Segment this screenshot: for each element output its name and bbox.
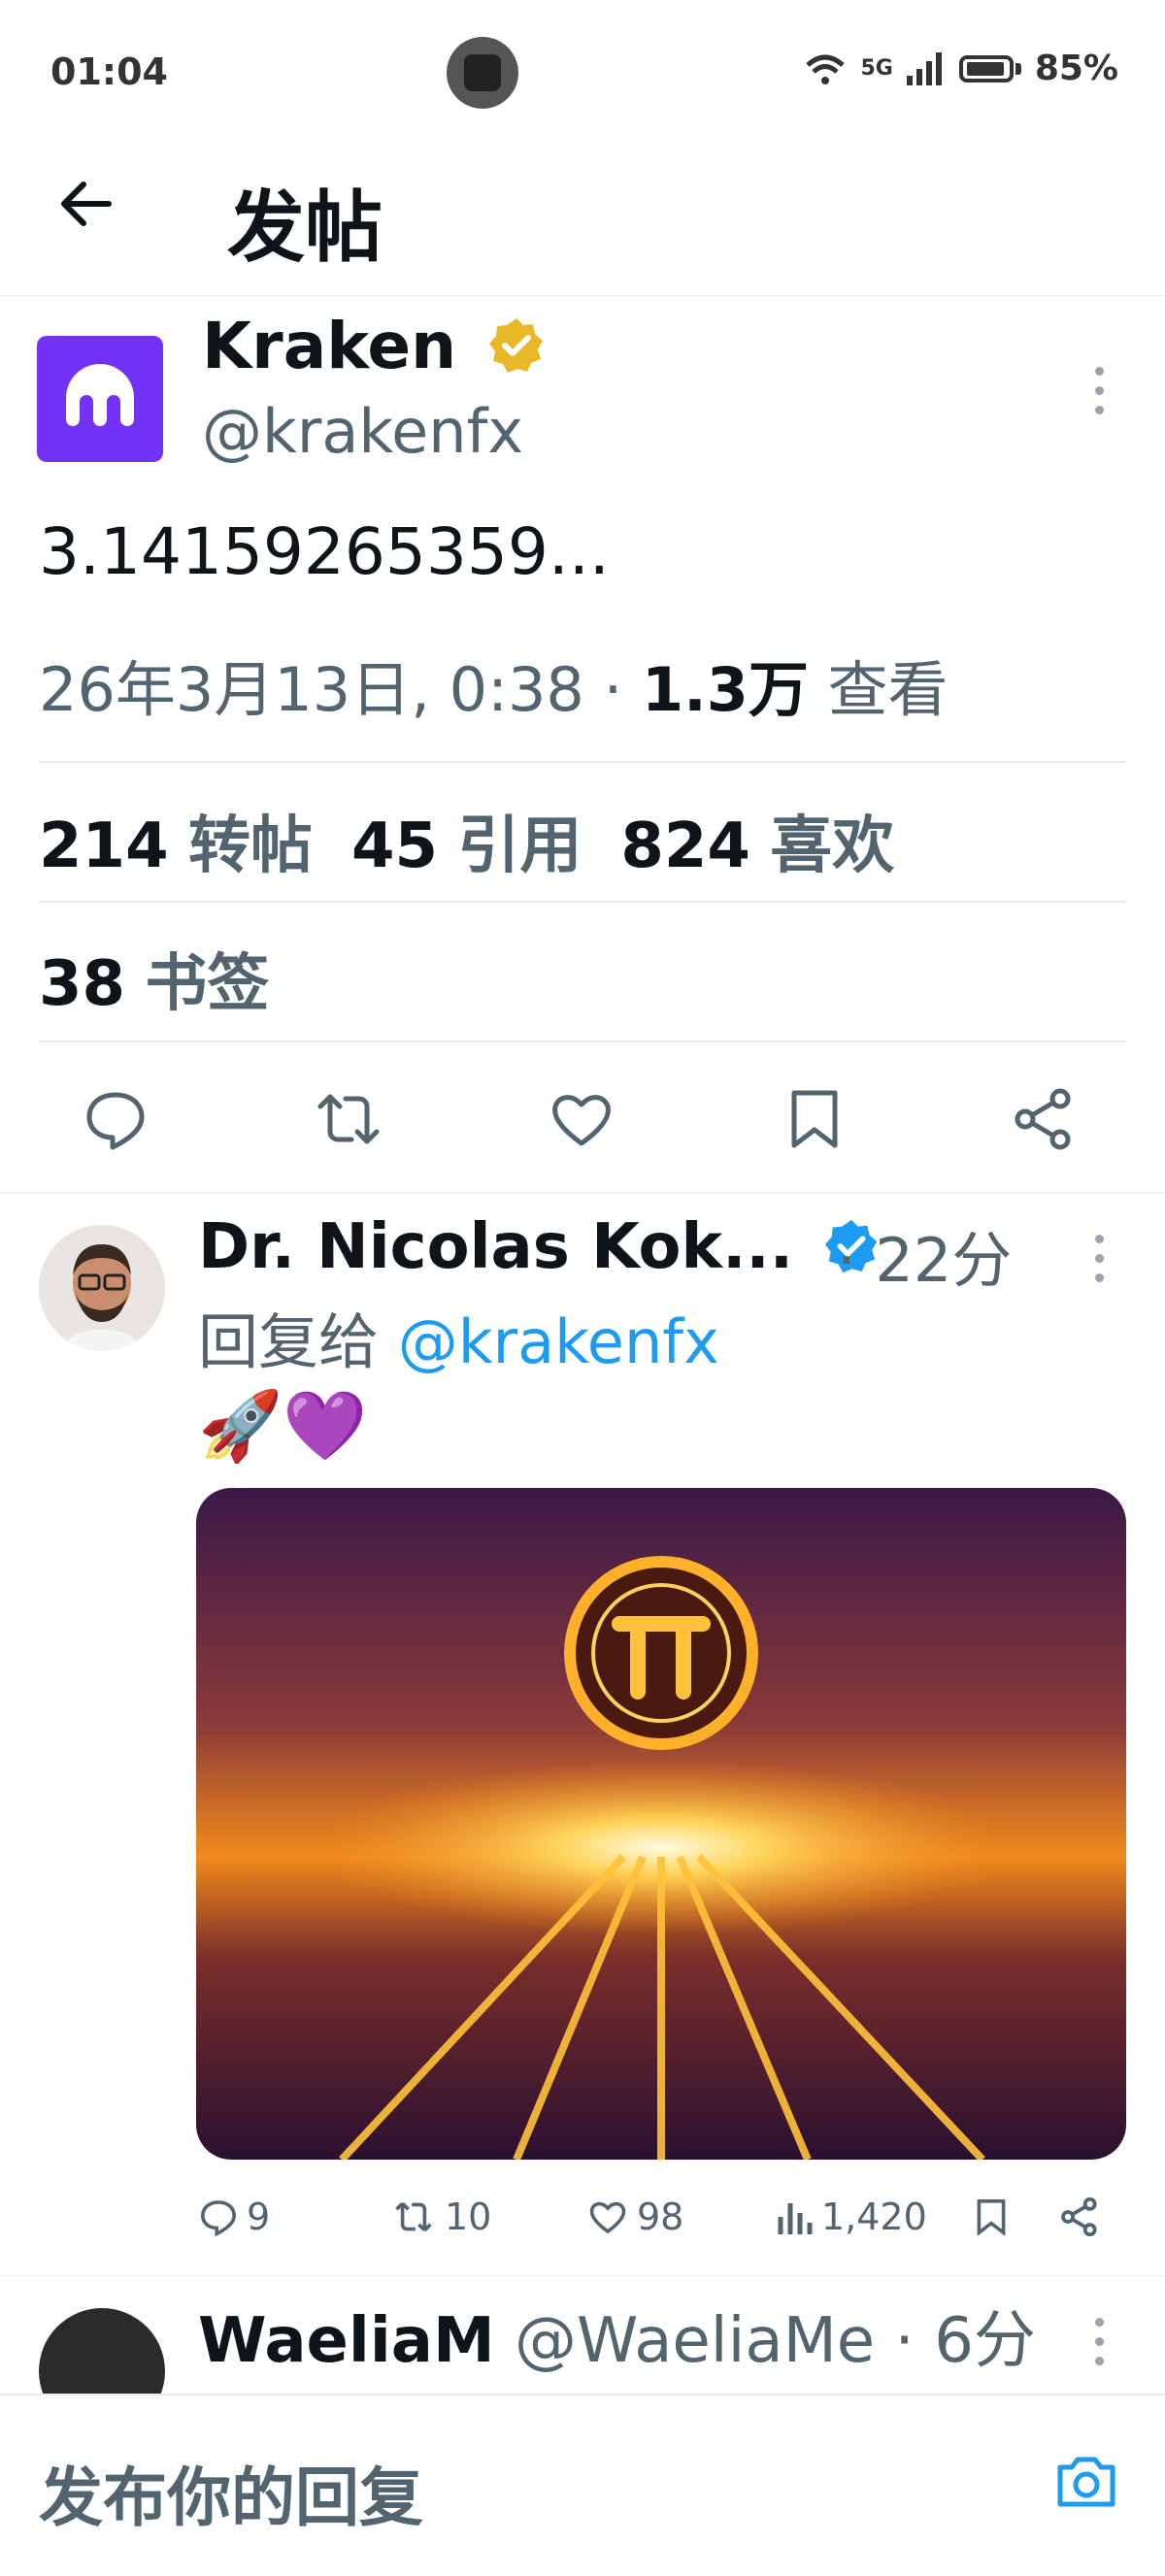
bookmark-icon[interactable] (971, 2196, 1012, 2238)
reply-input-placeholder[interactable]: 发布你的回复 (39, 2446, 423, 2539)
reply-icon[interactable] (82, 1085, 150, 1153)
reply-time: · 22分 (837, 1225, 1013, 1296)
status-time: 01:04 (50, 50, 168, 93)
page-title: 发帖 (227, 182, 383, 273)
divider (39, 901, 1126, 903)
divider (0, 2275, 1165, 2277)
like-heart-icon[interactable] (586, 2196, 629, 2237)
likes-stat[interactable]: 824 喜欢 (620, 810, 933, 882)
views-count-value: 1,420 (821, 2196, 927, 2238)
wifi-icon (806, 54, 846, 84)
post-author-handle[interactable]: @krakenfx (202, 396, 523, 467)
status-indicators: 5G 85% (804, 49, 1118, 88)
views-label: 查看 (808, 654, 949, 725)
more-options-icon[interactable] (1095, 367, 1107, 425)
repost-count[interactable]: 10 (390, 2196, 491, 2238)
reply-author-name[interactable]: Dr. Nicolas Kok... (198, 1211, 881, 1283)
reposts-stat[interactable]: 214 转帖 (39, 810, 351, 882)
reply-time: · 6分 (894, 2305, 1036, 2377)
verified-gold-icon (489, 318, 544, 373)
divider (0, 295, 1165, 297)
reply-to-line: 回复给 @krakenfx (198, 1306, 719, 1377)
reply-text: 🚀💜 (198, 1386, 368, 1466)
views-count[interactable]: 1,420 (775, 2196, 927, 2238)
bookmarks-stat[interactable]: 38 书签 (39, 934, 269, 1023)
reply-to-handle[interactable]: @krakenfx (398, 1306, 719, 1377)
reply-icon[interactable] (198, 2196, 239, 2237)
post-text: 3.14159265359... (39, 514, 610, 589)
pi-sunset-image (196, 1488, 1126, 2160)
reply-author-name[interactable]: WaeliaM (198, 2305, 495, 2377)
camera-icon[interactable] (1054, 2452, 1118, 2510)
divider (0, 1192, 1165, 1194)
repost-count-value: 10 (445, 2196, 492, 2238)
share-icon[interactable] (1058, 2196, 1101, 2238)
like-heart-icon[interactable] (548, 1085, 616, 1153)
views-chart-icon (778, 2203, 813, 2234)
signal-icon (906, 51, 942, 85)
post-meta: 26年3月13日, 0:38 · 1.3万 查看 (39, 641, 949, 728)
share-icon[interactable] (1010, 1085, 1078, 1153)
repost-icon[interactable] (390, 2196, 437, 2237)
quotes-stat[interactable]: 45 引用 (351, 810, 620, 882)
more-options-icon[interactable] (1095, 2318, 1107, 2376)
views-count: 1.3万 (642, 654, 809, 725)
reply-count[interactable]: 9 (198, 2196, 270, 2238)
author-name-text[interactable]: Kraken (202, 309, 456, 383)
post-stats: 214 转帖 45 引用 824 喜欢 (39, 796, 933, 885)
kraken-logo-icon (66, 364, 134, 426)
back-arrow-icon[interactable] (56, 175, 115, 233)
bookmark-icon[interactable] (781, 1085, 849, 1153)
network-type: 5G (860, 56, 893, 81)
kraken-avatar[interactable] (37, 336, 163, 462)
more-options-icon[interactable] (1095, 1235, 1107, 1293)
battery-percent: 85% (1034, 49, 1118, 88)
repost-icon[interactable] (315, 1085, 383, 1153)
reply-avatar[interactable] (39, 1225, 165, 1351)
divider (39, 1040, 1126, 1042)
like-count[interactable]: 98 (586, 2196, 683, 2238)
status-app-icon (447, 37, 518, 109)
reply-author-line[interactable]: WaeliaM @WaeliaMe · 6分 (198, 2291, 1036, 2380)
reply-author-handle[interactable]: @WaeliaMe (515, 2305, 875, 2377)
reply-count-value: 9 (247, 2196, 271, 2238)
user-portrait-icon (39, 1225, 165, 1351)
post-author-name[interactable]: Kraken (202, 309, 547, 383)
battery-icon (958, 54, 1014, 83)
like-count-value: 98 (637, 2196, 684, 2238)
divider (39, 761, 1126, 763)
post-timestamp: 26年3月13日, 0:38 · (39, 654, 642, 725)
reply-image[interactable] (196, 1488, 1126, 2160)
